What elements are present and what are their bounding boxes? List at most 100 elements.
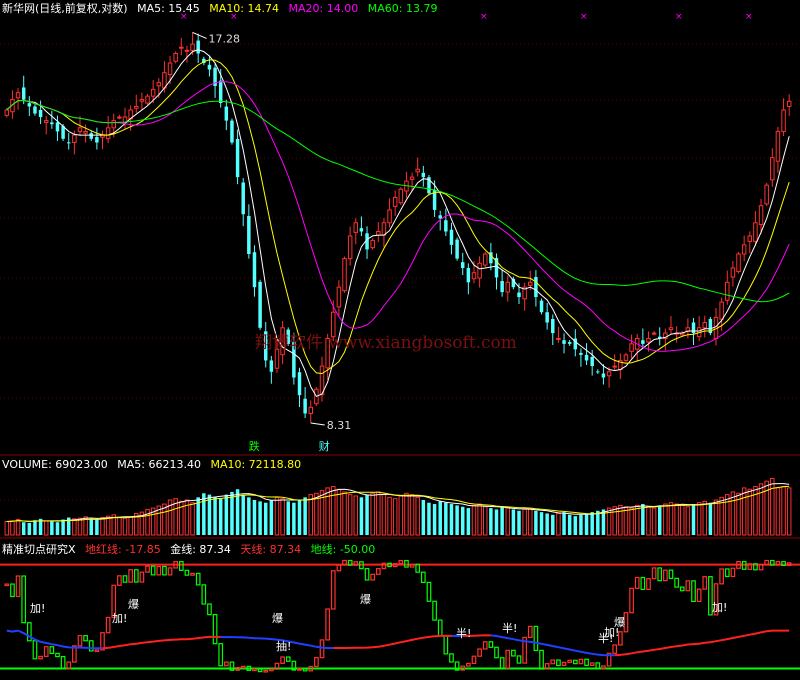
candle-body-up <box>342 258 347 292</box>
low-price-label: 8.31 <box>327 419 352 432</box>
marker-die: 跌 <box>249 439 260 453</box>
volume-bar-down <box>551 514 555 535</box>
volume-bar-down <box>573 516 578 535</box>
volume-bar-down <box>230 491 234 535</box>
candle-body-down <box>224 106 229 121</box>
candle-body-down <box>567 342 572 344</box>
candle-body-down <box>449 229 454 245</box>
candle-body-down <box>50 122 54 125</box>
candle-body-up <box>105 127 111 140</box>
candle-body-up <box>376 231 381 236</box>
volume-bar-down <box>708 502 713 535</box>
candle-body-down <box>500 281 504 293</box>
volume-bar-up <box>314 492 319 536</box>
candle-body-up <box>764 184 769 205</box>
volume-bar-up <box>730 491 736 536</box>
volume-bar-down <box>365 494 369 535</box>
indicator-blue-curve <box>79 646 103 650</box>
candle-body-up <box>392 196 398 207</box>
volume-bar-down <box>691 504 696 535</box>
volume-bar-up <box>43 520 49 536</box>
candle-body-up <box>528 281 533 286</box>
candle-body-up <box>179 46 184 49</box>
candle-body-up <box>556 337 561 340</box>
top-marker: × <box>580 12 588 22</box>
ma20-label: MA20: 14.00 <box>288 2 359 15</box>
candle-body-down <box>460 262 465 268</box>
volume-bar-down <box>21 522 26 535</box>
volume-bar-up <box>758 483 764 536</box>
candle-body-down <box>444 220 448 232</box>
indicator-signal: 爆 <box>272 611 283 625</box>
candle-body-up <box>775 130 781 162</box>
volume-bar-up <box>618 504 623 536</box>
candle-body-up <box>139 99 145 102</box>
candle-body-down <box>641 340 645 344</box>
volume-bar-up <box>634 504 640 536</box>
candle-body-up <box>702 322 708 329</box>
top-marker: × <box>745 12 753 22</box>
candle-body-down <box>584 354 589 361</box>
candle-body-down <box>297 372 302 396</box>
candle-body-down <box>466 267 471 283</box>
ma10-label: MA10: 14.74 <box>209 2 280 15</box>
volume-bar-down <box>427 502 431 535</box>
marker-cai: 财 <box>319 439 330 453</box>
volume-bar-up <box>702 500 708 536</box>
candle-body-down <box>517 292 521 298</box>
volume-bar-down <box>224 494 229 535</box>
candle-body-down <box>590 356 594 367</box>
volume-bar-up <box>713 499 719 536</box>
volume-bar-up <box>786 487 792 536</box>
volume-bar-up <box>274 496 280 536</box>
volume-bar-up <box>353 495 359 536</box>
candle-body-up <box>730 267 736 278</box>
volume-bar-down <box>55 522 60 535</box>
volume-bar-up <box>471 504 477 536</box>
volume-bar-down <box>33 520 37 535</box>
volume-bar-down <box>50 521 54 535</box>
candle-body-down <box>551 319 555 334</box>
volume-header: VOLUME: 69023.00 MA5: 66213.40 MA10: 721… <box>2 458 307 471</box>
volume-bar-down <box>263 502 268 535</box>
volume-bar-up <box>117 517 122 536</box>
volume-bar-up <box>122 517 128 536</box>
volume-bar-up <box>741 487 747 536</box>
volume-bar-up <box>646 506 651 536</box>
candle-body-up <box>173 52 178 62</box>
candle-body-up <box>719 301 724 320</box>
candle-body-up <box>353 222 359 233</box>
candle-body-down <box>539 300 544 313</box>
candle-body-up <box>471 272 477 280</box>
indicator-red-label: 地红线: -17.85 <box>85 543 161 556</box>
volume-bar-up <box>347 494 353 536</box>
volume-bar-up <box>381 494 387 536</box>
volume-bar-up <box>336 488 342 536</box>
ma5-label: MA5: 15.45 <box>137 2 200 15</box>
candle-body-up <box>134 105 139 109</box>
volume-bar-up <box>77 517 83 536</box>
volume-bar-down <box>241 494 245 535</box>
candle-body-up <box>336 286 342 308</box>
volume-bar-down <box>438 501 442 535</box>
watermark: 翔博软件 www.xiangbosoft.com <box>255 333 517 353</box>
volume-bar-up <box>15 519 21 536</box>
candle-body-down <box>235 138 240 178</box>
indicator-signal: 半! <box>456 626 471 640</box>
volume-bar-up <box>325 487 330 536</box>
candle-body-up <box>347 235 353 260</box>
volume-bar-up <box>376 491 381 536</box>
volume-bar-up <box>651 507 657 536</box>
price-title: 新华网(日线,前复权,对数) <box>2 2 128 15</box>
volume-bar-down <box>252 500 257 535</box>
volume-bar-up <box>392 498 398 536</box>
volume-bar-down <box>269 500 274 535</box>
volume-bar-down <box>539 512 544 535</box>
volume-bar-up <box>415 496 420 536</box>
volume-bar-up <box>128 516 133 536</box>
volume-bar-up <box>387 496 392 536</box>
volume-bar-up <box>72 518 77 536</box>
candle-body-up <box>770 157 775 181</box>
candle-body-down <box>421 172 426 178</box>
candle-body-up <box>15 92 21 99</box>
